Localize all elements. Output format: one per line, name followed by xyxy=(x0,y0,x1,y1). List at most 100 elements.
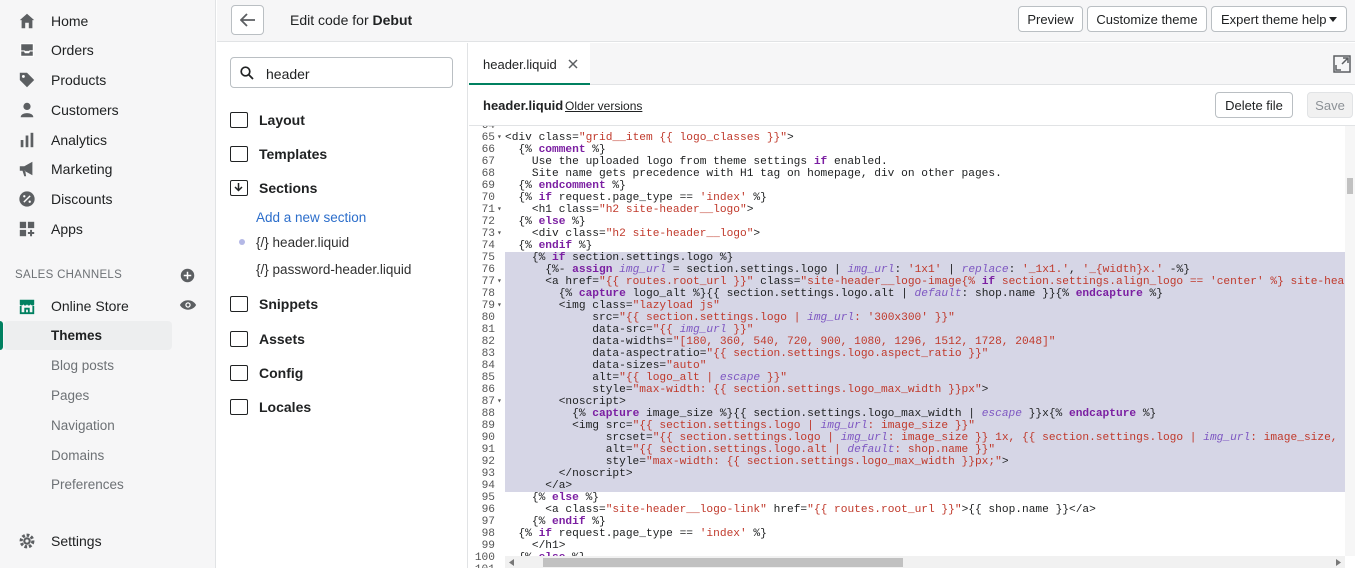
code-text: style="max-width: {{ section.settings.lo… xyxy=(505,456,1009,468)
code-line[interactable]: 86 style="max-width: {{ section.settings… xyxy=(469,384,1355,396)
code-line[interactable]: 89 <img src="{{ section.settings.logo | … xyxy=(469,420,1355,432)
fold-arrow-icon[interactable]: ▾ xyxy=(497,132,502,144)
folder-templates[interactable]: Templates xyxy=(230,143,327,165)
scroll-left-icon[interactable] xyxy=(509,559,514,566)
expert-help-button[interactable]: Expert theme help xyxy=(1211,6,1347,32)
fold-arrow-icon[interactable]: ▾ xyxy=(497,276,502,288)
folder-sections[interactable]: Sections xyxy=(230,177,317,199)
code-line[interactable]: 84 data-sizes="auto" xyxy=(469,360,1355,372)
code-line[interactable]: 83 data-aspectratio="{{ section.settings… xyxy=(469,348,1355,360)
code-line[interactable]: 99 </h1> xyxy=(469,540,1349,552)
code-line[interactable]: 93 </noscript> xyxy=(469,468,1355,480)
code-line[interactable]: 96 <a class="site-header__logo-link" hre… xyxy=(469,504,1349,516)
code-line[interactable]: 95 {% else %} xyxy=(469,492,1349,504)
fold-arrow-icon[interactable]: ▾ xyxy=(497,228,502,240)
code-line[interactable]: 72 {% else %} xyxy=(469,216,1349,228)
code-line[interactable]: 71 ▾ <h1 class="h2 site-header__logo"> xyxy=(469,204,1349,216)
code-area[interactable]: 64 65 ▾ <div class="grid__item {{ logo_clas… xyxy=(469,125,1355,568)
nav-item-online-store[interactable]: Online Store xyxy=(0,291,200,321)
code-line[interactable]: 64 xyxy=(469,126,1349,132)
line-number: 79 xyxy=(481,300,495,312)
folder-snippets[interactable]: Snippets xyxy=(230,293,318,315)
nav-item-orders[interactable]: Orders xyxy=(0,35,200,65)
admin-sidebar: Home Orders Products Customers Analytics… xyxy=(0,0,216,568)
nav-sub-blog-posts[interactable]: Blog posts xyxy=(51,358,114,373)
code-line[interactable]: 74 {% endif %} xyxy=(469,240,1349,252)
code-line[interactable]: 97 {% endif %} xyxy=(469,516,1349,528)
search-input[interactable]: header xyxy=(266,66,310,82)
older-versions-link[interactable]: Older versions xyxy=(565,99,642,113)
folder-locales[interactable]: Locales xyxy=(230,396,311,418)
expand-icon[interactable] xyxy=(1333,55,1351,73)
nav-item-analytics[interactable]: Analytics xyxy=(0,125,200,155)
line-number: 99 xyxy=(481,540,495,552)
nav-sub-preferences[interactable]: Preferences xyxy=(51,477,124,492)
discount-icon xyxy=(19,191,35,207)
line-number: 86 xyxy=(481,384,495,396)
nav-item-apps[interactable]: Apps xyxy=(0,214,200,244)
code-line[interactable]: 76 {%- assign img_url = section.settings… xyxy=(469,264,1355,276)
code-text: {% endif %} xyxy=(505,516,606,528)
code-line[interactable]: 80 src="{{ section.settings.logo | img_u… xyxy=(469,312,1355,324)
nav-item-settings[interactable]: Settings xyxy=(0,526,200,556)
customize-theme-button[interactable]: Customize theme xyxy=(1087,6,1207,32)
nav-item-marketing[interactable]: Marketing xyxy=(0,154,200,184)
code-line[interactable]: 67 Use the uploaded logo from theme sett… xyxy=(469,156,1349,168)
nav-label: Marketing xyxy=(51,161,113,177)
code-line[interactable]: 78 {% capture logo_alt %}{{ section.sett… xyxy=(469,288,1355,300)
code-line[interactable]: 66 {% comment %} xyxy=(469,144,1349,156)
folder-layout[interactable]: Layout xyxy=(230,109,305,131)
eye-icon[interactable] xyxy=(179,298,197,312)
nav-sub-navigation[interactable]: Navigation xyxy=(51,418,115,433)
fold-arrow-icon[interactable]: ▾ xyxy=(497,396,502,408)
nav-sub-domains[interactable]: Domains xyxy=(51,448,104,463)
nav-item-customers[interactable]: Customers xyxy=(0,95,200,125)
code-line[interactable]: 85 alt="{{ logo_alt | escape }}" xyxy=(469,372,1355,384)
code-line[interactable]: 90 srcset="{{ section.settings.logo | im… xyxy=(469,432,1355,444)
file-search-field[interactable]: header xyxy=(230,57,453,88)
nav-label: Settings xyxy=(51,533,102,549)
code-line[interactable]: 65 ▾ <div class="grid__item {{ logo_classe… xyxy=(469,132,1349,144)
fold-arrow-icon[interactable]: ▾ xyxy=(497,204,502,216)
scroll-thumb[interactable] xyxy=(1347,178,1353,194)
code-line[interactable]: 91 alt="{{ section.settings.logo.alt | d… xyxy=(469,444,1355,456)
add-section-link[interactable]: Add a new section xyxy=(256,210,366,225)
code-line[interactable]: 94 </a> xyxy=(469,480,1355,492)
file-password-header-liquid[interactable]: {/} password-header.liquid xyxy=(256,262,411,277)
code-line[interactable]: 70 {% if request.page_type == 'index' %} xyxy=(469,192,1349,204)
code-line[interactable]: 92 style="max-width: {{ section.settings… xyxy=(469,456,1355,468)
code-line[interactable]: 79 ▾ <img class="lazyload js" xyxy=(469,300,1355,312)
scroll-right-icon[interactable] xyxy=(1336,559,1341,566)
fold-arrow-icon[interactable]: ▾ xyxy=(497,300,502,312)
code-line[interactable]: 75 {% if section.settings.logo %} xyxy=(469,252,1355,264)
close-icon[interactable] xyxy=(568,59,578,69)
folder-assets[interactable]: Assets xyxy=(230,328,305,350)
horizontal-scrollbar[interactable] xyxy=(505,556,1345,568)
code-line[interactable]: 73 ▾ <div class="h2 site-header__logo"> xyxy=(469,228,1349,240)
code-line[interactable]: 69 {% endcomment %} xyxy=(469,180,1349,192)
folder-config[interactable]: Config xyxy=(230,362,303,384)
preview-button[interactable]: Preview xyxy=(1018,6,1083,32)
delete-file-button[interactable]: Delete file xyxy=(1215,92,1293,118)
tab-header-liquid[interactable]: header.liquid xyxy=(469,43,590,85)
code-line[interactable]: 81 data-src="{{ img_url }}" xyxy=(469,324,1355,336)
code-line[interactable]: 87 ▾ <noscript> xyxy=(469,396,1355,408)
file-header-liquid[interactable]: {/} header.liquid xyxy=(256,235,349,250)
nav-sub-themes[interactable]: Themes xyxy=(51,328,102,343)
add-channel-icon[interactable] xyxy=(180,268,195,283)
back-button[interactable] xyxy=(231,5,264,35)
vertical-scrollbar[interactable] xyxy=(1345,126,1355,556)
code-line[interactable]: 68 Site name gets precedence with H1 tag… xyxy=(469,168,1349,180)
code-line[interactable]: 98 {% if request.page_type == 'index' %} xyxy=(469,528,1349,540)
nav-sub-pages[interactable]: Pages xyxy=(51,388,89,403)
code-line[interactable]: 77 ▾ <a href="{{ routes.root_url }}" clas… xyxy=(469,276,1355,288)
folder-icon xyxy=(230,399,248,415)
save-button[interactable]: Save xyxy=(1307,92,1353,118)
code-line[interactable]: 82 data-widths="[180, 360, 540, 720, 900… xyxy=(469,336,1355,348)
h-scroll-thumb[interactable] xyxy=(543,558,903,567)
theme-name: Debut xyxy=(372,12,413,28)
nav-item-discounts[interactable]: Discounts xyxy=(0,184,200,214)
code-line[interactable]: 88 {% capture image_size %}{{ section.se… xyxy=(469,408,1355,420)
nav-item-products[interactable]: Products xyxy=(0,65,200,95)
nav-item-home[interactable]: Home xyxy=(0,6,200,36)
